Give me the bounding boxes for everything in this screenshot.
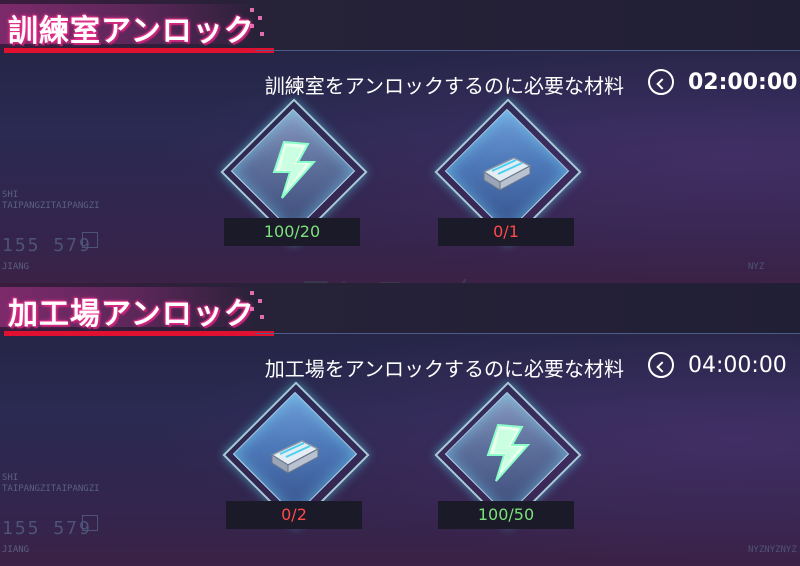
metal-ingot-icon (482, 157, 532, 191)
lightning-crystal-icon (272, 140, 317, 199)
material-count: 0/1 (438, 218, 574, 246)
background-label: SHI TAIPANGZITAIPANGZI (2, 473, 100, 494)
section-title: 加工場アンロック (8, 297, 255, 332)
material-count: 100/20 (224, 218, 360, 246)
background-number: 155 579 (2, 235, 92, 256)
clock-icon (648, 69, 674, 95)
title-underline (4, 48, 274, 53)
material-count: 0/2 (226, 501, 362, 529)
title-underline (4, 331, 274, 336)
workshop-unlock-panel: 加工場アンロック SHI TAIPANGZITAIPANGZI 155 579 … (0, 283, 800, 566)
timer-value: 04:00:00 (688, 352, 787, 378)
background-box (82, 232, 98, 248)
header-divider (255, 50, 800, 51)
timer-value: 02:00:00 (688, 69, 798, 95)
material-slot-lightning[interactable]: 100/20 (220, 98, 368, 260)
pixel-dots-decoration (250, 289, 270, 319)
material-count: 100/50 (438, 501, 574, 529)
required-materials-label: 訓練室をアンロックするのに必要な材料 (264, 74, 624, 98)
section-title: 訓練室アンロック (8, 14, 255, 49)
header-divider (255, 333, 800, 334)
background-sub-label: JIANG (2, 262, 30, 272)
required-materials-label: 加工場をアンロックするのに必要な材料 (264, 357, 624, 381)
metal-ingot-icon (270, 440, 320, 474)
lightning-crystal-icon (486, 423, 531, 482)
background-right-label: NYZ (748, 262, 765, 272)
material-slot-lightning[interactable]: 100/50 (434, 381, 582, 543)
background-right-label: NYZNYZNYZ (748, 545, 797, 555)
background-sub-label: JIANG (2, 545, 30, 555)
background-label: SHI TAIPANGZITAIPANGZI (2, 190, 100, 211)
pixel-dots-decoration (250, 6, 270, 36)
material-slot-ingot[interactable]: 0/2 (222, 381, 370, 543)
clock-icon (648, 352, 674, 378)
training-room-unlock-panel: 訓練室アンロック SHI TAIPANGZITAIPANGZI 155 579 … (0, 0, 800, 283)
unlock-timer: 02:00:00 (648, 64, 797, 100)
background-number: 155 579 (2, 518, 92, 539)
background-box (82, 515, 98, 531)
unlock-timer: 04:00:00 (648, 347, 787, 383)
material-slot-ingot[interactable]: 0/1 (434, 98, 582, 260)
ghost-banner-text: アンロック (300, 268, 730, 283)
